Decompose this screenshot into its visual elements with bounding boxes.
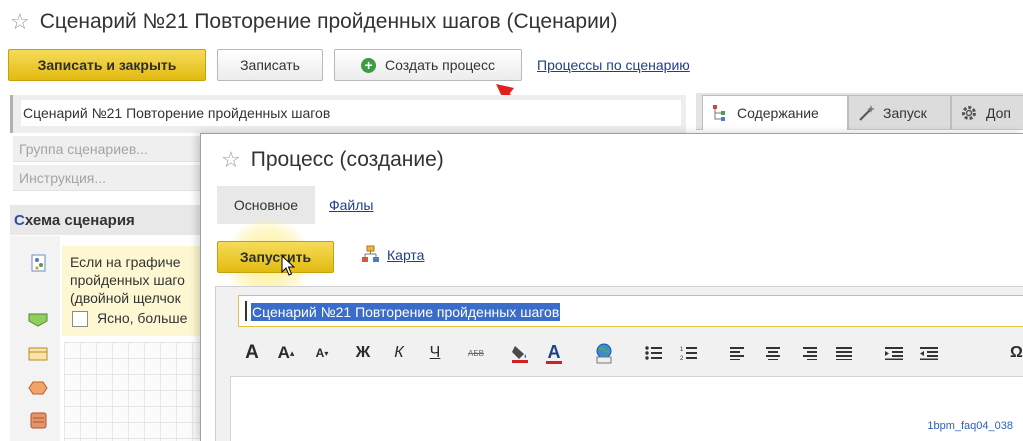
hint-dismiss-checkbox[interactable]	[72, 311, 88, 327]
selected-name-text: Сценарий №21 Повторение пройденных шагов	[251, 303, 561, 321]
scenario-name-field[interactable]: Сценарий №21 Повторение пройденных шагов	[21, 100, 681, 126]
condition-block-icon[interactable]	[28, 380, 48, 396]
run-button[interactable]: Запустить	[217, 241, 334, 273]
insert-image-icon[interactable]	[592, 341, 616, 365]
main-title-text: Сценарий №21 Повторение пройденных шагов…	[39, 10, 618, 33]
hint-line: Если на графиче	[70, 254, 181, 270]
indent-increase-icon[interactable]	[882, 341, 906, 365]
process-create-dialog: ☆ Процесс (создание) Основное Файлы Запу…	[200, 133, 1023, 441]
schema-hint-box: Если на графиче пройденных шаго (двойной…	[62, 246, 202, 336]
svg-text:2: 2	[680, 356, 684, 361]
text-caret	[245, 301, 247, 321]
justify-icon[interactable]	[832, 341, 856, 365]
main-window-title: ☆ Сценарий №21 Повторение пройденных шаг…	[10, 6, 618, 38]
create-process-label: Создать процесс	[385, 57, 495, 73]
action-block-icon[interactable]	[28, 346, 48, 362]
align-center-icon[interactable]	[761, 341, 785, 365]
favorite-star-icon[interactable]: ☆	[10, 11, 30, 33]
schema-header-first-letter: С	[14, 211, 25, 229]
favorite-star-icon[interactable]: ☆	[221, 149, 241, 171]
plus-circle-icon: +	[361, 57, 377, 73]
process-description-editor[interactable]	[230, 376, 1023, 441]
decrease-font-icon[interactable]: A ▾	[310, 341, 334, 365]
tab-additional[interactable]: Доп	[951, 95, 1023, 129]
increase-font-icon[interactable]: A ▴	[274, 341, 298, 365]
hint-text: Если на графиче пройденных шаго (двойной…	[70, 253, 185, 307]
dialog-title: ☆ Процесс (создание)	[221, 148, 444, 172]
hint-line: пройденных шаго	[70, 272, 185, 288]
bold-button[interactable]: Ж	[351, 341, 375, 365]
tab-additional-label: Доп	[986, 104, 1012, 121]
tab-content-label: Содержание	[737, 105, 819, 121]
map-icon	[362, 245, 379, 262]
processes-by-scenario-link[interactable]: Процессы по сценарию	[537, 57, 690, 73]
text-color-icon[interactable]: A	[542, 341, 566, 365]
tab-launch-label: Запуск	[883, 104, 927, 121]
process-editor-area: Сценарий №21 Повторение пройденных шагов…	[215, 286, 1023, 441]
svg-text:1: 1	[680, 347, 684, 353]
instruction-field[interactable]: Инструкция...	[13, 165, 200, 191]
hint-line: (двойной щелчок	[70, 290, 181, 306]
save-and-close-button[interactable]: Записать и закрыть	[8, 49, 206, 81]
underline-button[interactable]: Ч	[423, 341, 447, 365]
tab-files[interactable]: Файлы	[329, 186, 373, 224]
tree-icon	[713, 105, 725, 121]
format-toolbar: A A ▴ A ▾ Ж К Ч АБВ A 12 Ω	[230, 337, 1023, 369]
scenario-schema-header: Схема сценария	[10, 205, 200, 235]
align-right-icon[interactable]	[797, 341, 821, 365]
schema-settings-icon[interactable]	[30, 254, 48, 272]
wand-icon	[859, 104, 875, 121]
create-process-button[interactable]: + Создать процесс	[334, 49, 522, 81]
dialog-title-text: Процесс (создание)	[250, 148, 444, 171]
process-name-input[interactable]: Сценарий №21 Повторение пройденных шагов	[238, 295, 1023, 327]
mouse-cursor-icon	[281, 255, 295, 276]
hint-dismiss-label: Ясно, больше	[97, 310, 188, 326]
map-link-label: Карта	[387, 247, 425, 263]
indent-decrease-icon[interactable]	[917, 341, 941, 365]
content-tabs: Содержание Запуск Доп	[696, 93, 1023, 130]
save-button[interactable]: Записать	[217, 49, 323, 81]
align-left-icon[interactable]	[726, 341, 750, 365]
map-link[interactable]: Карта	[361, 245, 424, 265]
schema-palette	[10, 236, 60, 441]
schema-header-text: хема сценария	[24, 211, 135, 229]
scenario-name-row: Сценарий №21 Повторение пройденных шагов	[10, 95, 686, 133]
numbered-list-icon[interactable]: 12	[677, 341, 701, 365]
strikethrough-button[interactable]: АБВ	[459, 341, 493, 365]
bulleted-list-icon[interactable]	[642, 341, 666, 365]
schema-canvas[interactable]	[64, 342, 200, 441]
italic-button[interactable]: К	[387, 341, 411, 365]
watermark-label: 1bpm_faq04_038	[927, 420, 1013, 432]
subprocess-block-icon[interactable]	[30, 412, 48, 430]
start-point-icon[interactable]	[28, 312, 48, 328]
gear-icon	[962, 105, 976, 120]
tab-content[interactable]: Содержание	[702, 95, 848, 130]
special-char-icon[interactable]: Ω	[1010, 341, 1023, 365]
font-size-icon[interactable]: A	[240, 341, 264, 365]
tab-launch[interactable]: Запуск	[848, 95, 951, 129]
scenario-group-field[interactable]: Группа сценариев...	[13, 136, 200, 162]
background-color-icon[interactable]	[508, 341, 532, 365]
